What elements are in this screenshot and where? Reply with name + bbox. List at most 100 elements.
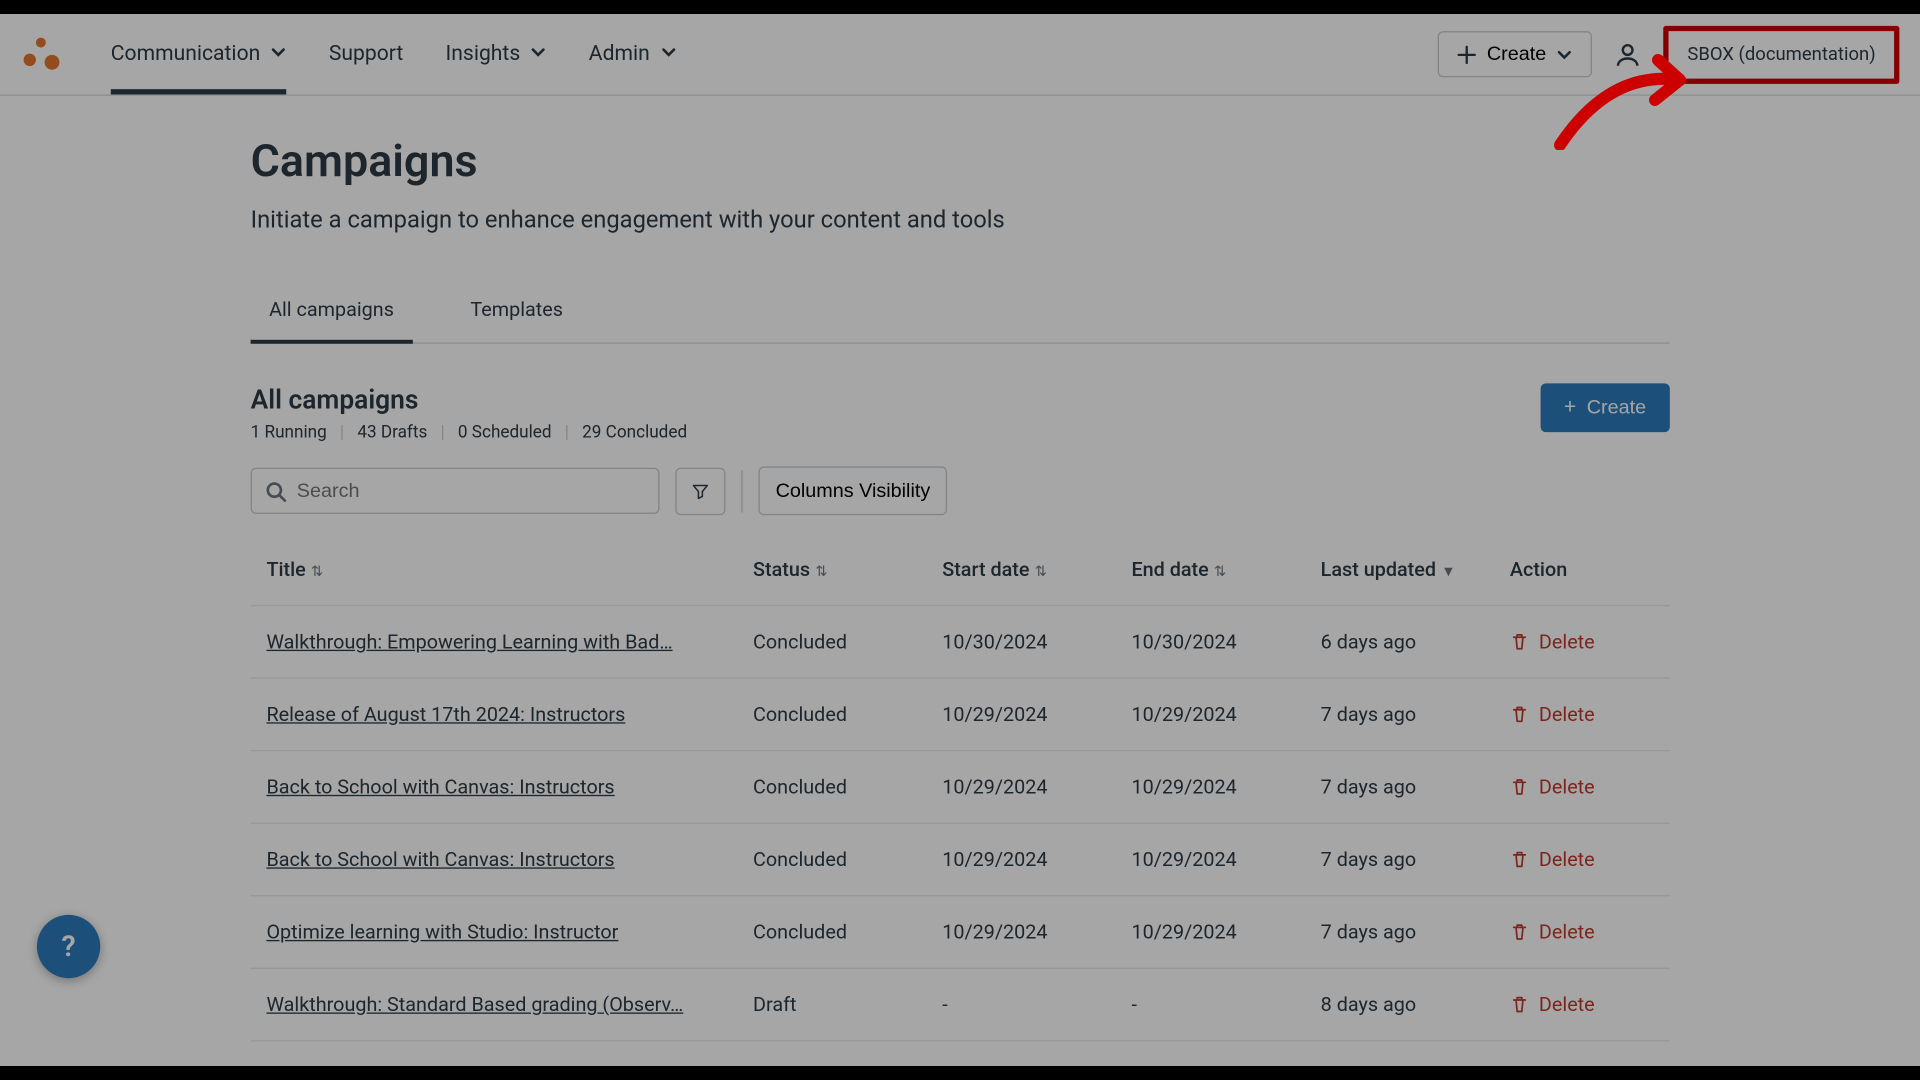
plus-icon xyxy=(1458,45,1476,63)
page-subtitle: Initiate a campaign to enhance engagemen… xyxy=(251,207,1670,235)
cell-title: Back to School with Canvas: Instructors xyxy=(251,751,738,824)
summary-item: 43 Drafts xyxy=(357,423,427,443)
main-nav: Communication Support Insights Admin xyxy=(111,16,676,93)
cell-start: 10/29/2024 xyxy=(926,823,1115,896)
cell-end: - xyxy=(1116,968,1305,1041)
cell-end: 10/30/2024 xyxy=(1116,606,1305,679)
delete-label: Delete xyxy=(1539,848,1595,872)
cell-title: Optimize learning with Studio: Instructo… xyxy=(251,896,738,969)
delete-label: Delete xyxy=(1539,993,1595,1017)
cell-action: Delete xyxy=(1494,968,1670,1041)
section-title: All campaigns xyxy=(251,383,688,415)
cell-status: Concluded xyxy=(737,896,926,969)
sort-desc-icon: ▼ xyxy=(1441,563,1455,580)
help-button[interactable]: ? xyxy=(37,915,100,978)
cell-status: Concluded xyxy=(737,823,926,896)
cell-end: 10/29/2024 xyxy=(1116,751,1305,824)
cell-action: Delete xyxy=(1494,606,1670,679)
campaign-link[interactable]: Walkthrough: Standard Based grading (Obs… xyxy=(266,993,683,1017)
chevron-down-icon xyxy=(271,44,287,60)
tab-templates[interactable]: Templates xyxy=(452,282,581,344)
cell-status: Concluded xyxy=(737,678,926,751)
create-button[interactable]: + Create xyxy=(1540,383,1670,432)
environment-label: SBOX (documentation) xyxy=(1687,44,1875,65)
summary-item: 1 Running xyxy=(251,423,327,443)
trash-icon xyxy=(1510,995,1528,1013)
summary-item: 0 Scheduled xyxy=(458,423,552,443)
cell-updated: 6 days ago xyxy=(1305,606,1494,679)
campaign-link[interactable]: Back to School with Canvas: Instructors xyxy=(266,775,614,799)
column-header-last-updated[interactable]: Last updated▼ xyxy=(1305,534,1494,606)
table-row: Back to School with Canvas: InstructorsC… xyxy=(251,751,1670,824)
column-header-status[interactable]: Status⇅ xyxy=(737,534,926,606)
columns-visibility-button[interactable]: Columns Visibility xyxy=(758,466,947,515)
plus-icon: + xyxy=(1564,397,1576,418)
divider xyxy=(741,470,742,512)
sort-icon: ⇅ xyxy=(311,563,323,580)
search-field[interactable] xyxy=(297,480,645,502)
cell-end: 10/29/2024 xyxy=(1116,896,1305,969)
delete-button[interactable]: Delete xyxy=(1510,630,1654,654)
cell-start: 10/29/2024 xyxy=(926,678,1115,751)
nav-item-communication[interactable]: Communication xyxy=(111,16,287,94)
environment-badge[interactable]: SBOX (documentation) xyxy=(1664,25,1900,83)
filter-button[interactable] xyxy=(675,467,725,514)
table-row: Release of August 17th 2024: Instructors… xyxy=(251,678,1670,751)
sort-icon: ⇅ xyxy=(1035,563,1047,580)
cell-status: Draft xyxy=(737,968,926,1041)
create-dropdown-button[interactable]: Create xyxy=(1438,31,1592,77)
column-header-title[interactable]: Title⇅ xyxy=(251,534,738,606)
cell-start: 10/29/2024 xyxy=(926,751,1115,824)
cell-title: Walkthrough: Empowering Learning with Ba… xyxy=(251,606,738,679)
delete-label: Delete xyxy=(1539,630,1595,654)
cell-action: Delete xyxy=(1494,823,1670,896)
trash-icon xyxy=(1510,923,1528,941)
cell-start: - xyxy=(926,968,1115,1041)
profile-icon[interactable] xyxy=(1614,40,1643,69)
cell-start: 10/30/2024 xyxy=(926,606,1115,679)
cell-title: Walkthrough: Standard Based grading (Obs… xyxy=(251,968,738,1041)
create-label: Create xyxy=(1587,397,1646,419)
column-header-action[interactable]: Action xyxy=(1494,534,1670,606)
delete-button[interactable]: Delete xyxy=(1510,775,1654,799)
column-header-start-date[interactable]: Start date⇅ xyxy=(926,534,1115,606)
delete-label: Delete xyxy=(1539,703,1595,727)
nav-item-support[interactable]: Support xyxy=(329,16,403,94)
delete-button[interactable]: Delete xyxy=(1510,920,1654,944)
cell-action: Delete xyxy=(1494,896,1670,969)
table-row: Back to School with Canvas: Instructors C… xyxy=(251,823,1670,896)
trash-icon xyxy=(1510,633,1528,651)
column-header-end-date[interactable]: End date⇅ xyxy=(1116,534,1305,606)
campaign-link[interactable]: Back to School with Canvas: Instructors xyxy=(266,848,614,872)
table-row: Walkthrough: Standard Based grading (Obs… xyxy=(251,968,1670,1041)
tabs: All campaigns Templates xyxy=(251,282,1670,344)
delete-button[interactable]: Delete xyxy=(1510,993,1654,1017)
campaigns-table: Title⇅Status⇅Start date⇅End date⇅Last up… xyxy=(251,534,1670,1042)
table-row: Walkthrough: Empowering Learning with Ba… xyxy=(251,606,1670,679)
help-label: ? xyxy=(61,930,75,963)
cell-updated: 7 days ago xyxy=(1305,896,1494,969)
cell-action: Delete xyxy=(1494,751,1670,824)
nav-label: Support xyxy=(329,40,403,65)
summary-item: 29 Concluded xyxy=(582,423,687,443)
campaign-link[interactable]: Optimize learning with Studio: Instructo… xyxy=(266,920,618,944)
chevron-down-icon xyxy=(1557,46,1573,62)
nav-label: Communication xyxy=(111,40,260,65)
chevron-down-icon xyxy=(531,44,547,60)
nav-item-insights[interactable]: Insights xyxy=(446,16,547,94)
page-title: Campaigns xyxy=(251,135,1670,188)
cell-status: Concluded xyxy=(737,606,926,679)
campaign-link[interactable]: Walkthrough: Empowering Learning with Ba… xyxy=(266,630,672,654)
search-icon xyxy=(265,480,286,501)
delete-label: Delete xyxy=(1539,920,1595,944)
separator: | xyxy=(340,423,344,443)
delete-button[interactable]: Delete xyxy=(1510,703,1654,727)
tab-all-campaigns[interactable]: All campaigns xyxy=(251,282,413,344)
campaign-link[interactable]: Release of August 17th 2024: Instructors xyxy=(266,703,625,727)
cell-end: 10/29/2024 xyxy=(1116,823,1305,896)
search-input[interactable] xyxy=(251,468,660,514)
nav-item-admin[interactable]: Admin xyxy=(589,16,676,94)
cell-title: Back to School with Canvas: Instructors xyxy=(251,823,738,896)
delete-button[interactable]: Delete xyxy=(1510,848,1654,872)
app-logo[interactable] xyxy=(21,34,61,74)
